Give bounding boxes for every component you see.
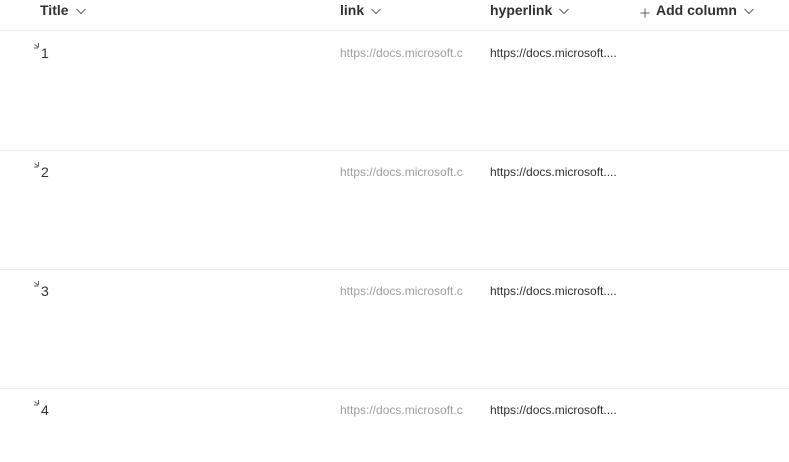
item-title[interactable]: 3 (41, 283, 49, 299)
list-view: Title link hyperlink Add column 1 https:… (0, 0, 789, 462)
list-row[interactable]: 2 https://docs.microsoft.c https://docs.… (0, 150, 789, 270)
title-cell[interactable]: 1 (34, 39, 154, 63)
add-column-label: Add column (656, 2, 737, 18)
hyperlink-cell[interactable]: https://docs.microsoft.... (490, 165, 620, 179)
column-header-title-label: Title (40, 2, 69, 18)
item-title[interactable]: 4 (41, 402, 49, 418)
hyperlink-cell[interactable]: https://docs.microsoft.... (490, 403, 620, 417)
column-header-link[interactable]: link (340, 0, 382, 20)
chevron-down-icon (370, 4, 382, 16)
link-cell: https://docs.microsoft.c (340, 46, 463, 60)
column-header-row: Title link hyperlink Add column (0, 0, 789, 31)
link-cell: https://docs.microsoft.c (340, 165, 463, 179)
column-header-hyperlink-label: hyperlink (490, 2, 553, 18)
chevron-down-icon (558, 4, 570, 16)
hyperlink-cell[interactable]: https://docs.microsoft.... (490, 284, 620, 298)
column-header-title[interactable]: Title (40, 0, 87, 20)
plus-icon (640, 5, 650, 18)
list-row[interactable]: 3 https://docs.microsoft.c https://docs.… (0, 269, 789, 389)
column-header-hyperlink[interactable]: hyperlink (490, 0, 570, 20)
item-title[interactable]: 1 (41, 45, 49, 61)
list-row[interactable]: 1 https://docs.microsoft.c https://docs.… (0, 31, 789, 151)
chevron-down-icon (75, 4, 87, 16)
add-column-button[interactable]: Add column (640, 0, 755, 20)
hyperlink-cell[interactable]: https://docs.microsoft.... (490, 46, 620, 60)
link-cell: https://docs.microsoft.c (340, 284, 463, 298)
title-cell[interactable]: 3 (34, 277, 154, 301)
item-title[interactable]: 2 (41, 164, 49, 180)
chevron-down-icon (743, 4, 755, 16)
link-cell: https://docs.microsoft.c (340, 403, 463, 417)
list-row[interactable]: 4 https://docs.microsoft.c https://docs.… (0, 388, 789, 462)
title-cell[interactable]: 2 (34, 158, 154, 182)
title-cell[interactable]: 4 (34, 396, 154, 420)
column-header-link-label: link (340, 2, 365, 18)
